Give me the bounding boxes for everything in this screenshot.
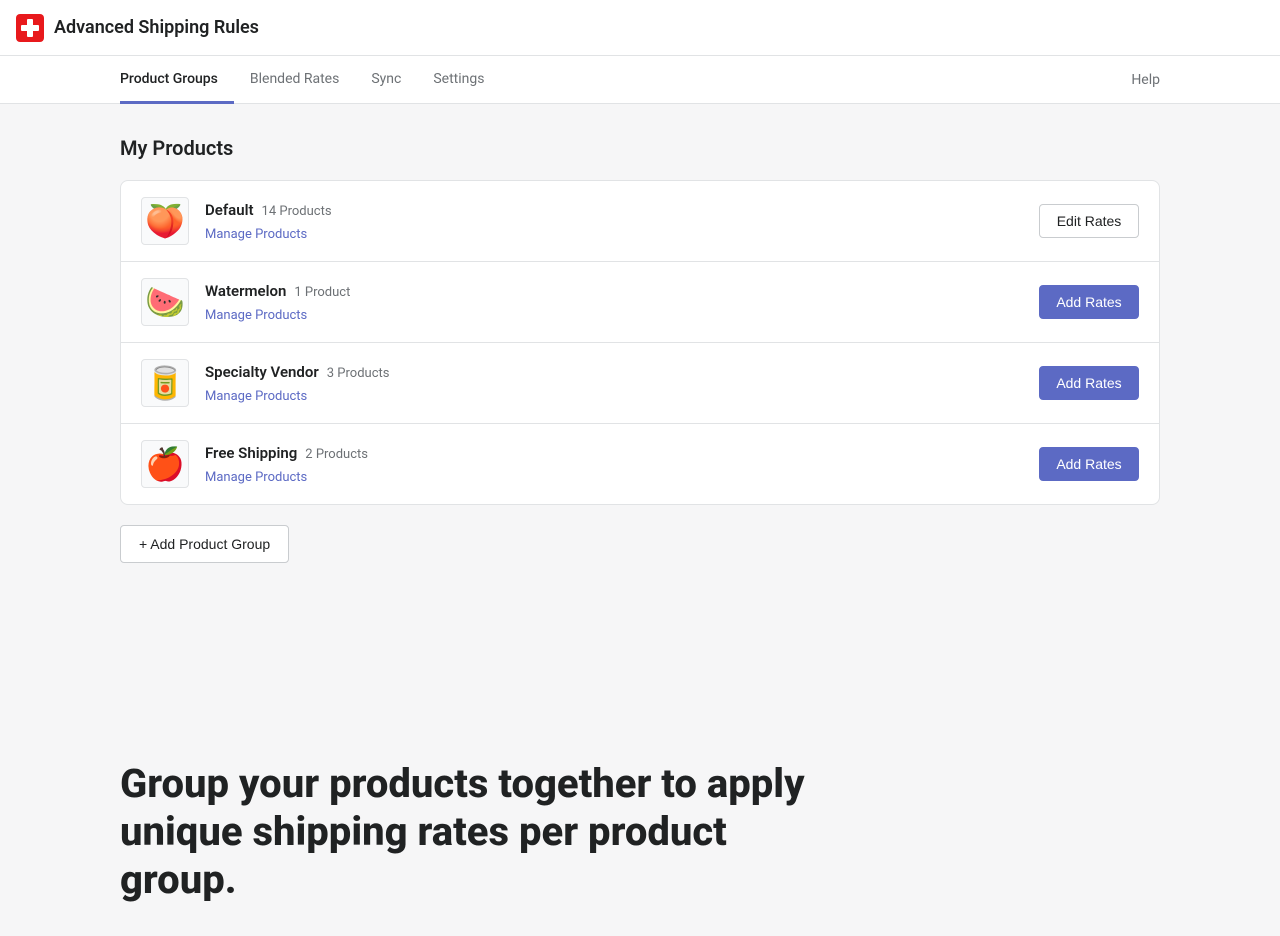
marketing-text: Group your products together to apply un… bbox=[120, 760, 820, 904]
product-row-default: 🍑 Default 14 Products Manage Products Edit R… bbox=[121, 181, 1159, 262]
product-info-default: Default 14 Products Manage Products bbox=[205, 201, 1023, 242]
app-bar: Advanced Shipping Rules bbox=[0, 0, 1280, 56]
product-count-watermelon: 1 Product bbox=[294, 285, 350, 300]
manage-products-link-watermelon[interactable]: Manage Products bbox=[205, 308, 307, 323]
add-rates-button-watermelon[interactable]: Add Rates bbox=[1039, 285, 1139, 319]
section-title: My Products bbox=[120, 136, 1160, 160]
app-logo bbox=[16, 14, 44, 42]
nav-tab-blended-rates[interactable]: Blended Rates bbox=[234, 56, 355, 104]
main-content: My Products 🍑 Default 14 Products Manage Pr… bbox=[0, 104, 1280, 720]
product-icon-free-shipping: 🍎 bbox=[141, 440, 189, 488]
marketing-section: Group your products together to apply un… bbox=[0, 720, 1280, 936]
product-icon-specialty-vendor: 🥫 bbox=[141, 359, 189, 407]
add-rates-button-specialty-vendor[interactable]: Add Rates bbox=[1039, 366, 1139, 400]
product-count-free-shipping: 2 Products bbox=[305, 447, 368, 462]
product-icon-default: 🍑 bbox=[141, 197, 189, 245]
add-rates-button-free-shipping[interactable]: Add Rates bbox=[1039, 447, 1139, 481]
nav-tabs: Product GroupsBlended RatesSyncSettings bbox=[120, 56, 500, 103]
product-name-watermelon: Watermelon bbox=[205, 282, 286, 300]
product-count-default: 14 Products bbox=[262, 204, 332, 219]
manage-products-link-specialty-vendor[interactable]: Manage Products bbox=[205, 389, 307, 404]
help-link[interactable]: Help bbox=[1131, 72, 1160, 88]
add-product-group-button[interactable]: + Add Product Group bbox=[120, 525, 289, 563]
manage-products-link-free-shipping[interactable]: Manage Products bbox=[205, 470, 307, 485]
edit-rates-button-default[interactable]: Edit Rates bbox=[1039, 204, 1139, 238]
nav-tab-sync[interactable]: Sync bbox=[355, 56, 417, 104]
product-icon-watermelon: 🍉 bbox=[141, 278, 189, 326]
product-name-specialty-vendor: Specialty Vendor bbox=[205, 363, 319, 381]
product-name-free-shipping: Free Shipping bbox=[205, 444, 297, 462]
product-name-default: Default bbox=[205, 201, 254, 219]
nav-tab-settings[interactable]: Settings bbox=[417, 56, 500, 104]
product-row-free-shipping: 🍎 Free Shipping 2 Products Manage Products A… bbox=[121, 424, 1159, 504]
product-groups-card: 🍑 Default 14 Products Manage Products Edit R… bbox=[120, 180, 1160, 505]
product-info-free-shipping: Free Shipping 2 Products Manage Products bbox=[205, 444, 1023, 485]
product-row-watermelon: 🍉 Watermelon 1 Product Manage Products Add R… bbox=[121, 262, 1159, 343]
app-title: Advanced Shipping Rules bbox=[54, 17, 259, 38]
product-info-watermelon: Watermelon 1 Product Manage Products bbox=[205, 282, 1023, 323]
logo-cross-icon bbox=[21, 19, 39, 37]
product-count-specialty-vendor: 3 Products bbox=[327, 366, 390, 381]
nav-bar: Product GroupsBlended RatesSyncSettings … bbox=[0, 56, 1280, 104]
nav-tab-product-groups[interactable]: Product Groups bbox=[120, 56, 234, 104]
product-row-specialty-vendor: 🥫 Specialty Vendor 3 Products Manage Produc… bbox=[121, 343, 1159, 424]
product-info-specialty-vendor: Specialty Vendor 3 Products Manage Product… bbox=[205, 363, 1023, 404]
manage-products-link-default[interactable]: Manage Products bbox=[205, 227, 307, 242]
